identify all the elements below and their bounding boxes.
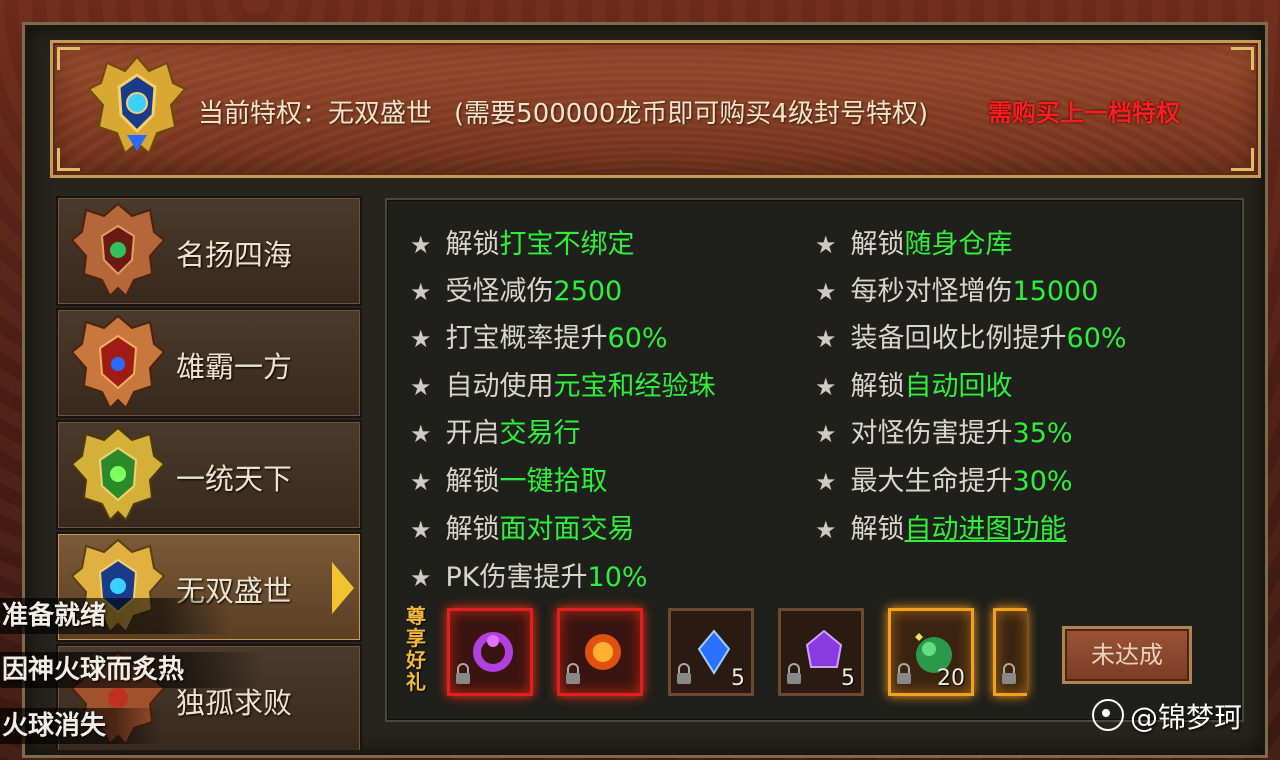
perk-item: ★ 解锁打宝不绑定 [410,229,635,260]
perk-item: ★ 解锁自动回收 [815,371,1013,402]
selected-arrow-icon [332,562,354,614]
perk-item: ★ 最大生命提升30% [815,466,1073,497]
perk-item: ★ 受怪减伤2500 [410,276,623,307]
star-icon: ★ [815,420,837,448]
perk-item: ★ 打宝概率提升60% [410,323,668,354]
lock-icon [454,663,472,689]
perk-item: ★ 开启交易行 [410,418,581,449]
green-emblem-icon [70,424,166,528]
perk-item: ★ 解锁面对面交易 [410,514,635,545]
star-icon: ★ [815,468,837,496]
lock-icon [895,663,913,689]
red-emblem-icon [70,312,166,416]
tier-label: 一统天下 [176,462,293,496]
purchase-requirement: (需要500000龙币即可购买4级封号特权) [454,99,929,129]
tier-item-mingyangsihai[interactable]: 名扬四海 [56,196,362,306]
item-count: 20 [937,666,965,691]
fire-orb-icon [578,627,628,681]
star-icon: ★ [815,516,837,544]
current-rank-emblem-icon [87,53,187,163]
purple-ring-icon [468,627,518,681]
chat-message: 因神火球而炙热 [0,652,262,688]
star-icon: ★ [410,278,432,306]
item-count: 5 [841,666,855,691]
chat-message: 准备就绪 [0,598,232,634]
tier-item-xiongbayifang[interactable]: 雄霸一方 [56,308,362,418]
perk-item-auto-map[interactable]: ★ 解锁自动进图功能 [815,507,1067,546]
bronze-emblem-icon [70,200,166,304]
corner-ornament [57,47,80,70]
star-icon: ★ [410,564,432,592]
gift-slot-partial[interactable] [993,608,1027,696]
perk-item: ★ 自动使用元宝和经验珠 [410,371,716,402]
chat-message: 火球消失 [0,708,162,744]
perk-item: ★ 装备回收比例提升60% [815,323,1127,354]
perk-item: ★ 对怪伤害提升35% [815,418,1073,449]
corner-ornament [57,148,80,171]
star-icon: ★ [815,325,837,353]
watermark: @锦梦珂 [1092,696,1242,736]
perk-item: ★ PK伤害提升10% [410,562,648,593]
lock-icon [675,663,693,689]
perk-item: ★ 每秒对怪增伤15000 [815,276,1099,307]
star-icon: ★ [410,231,432,259]
prerequisite-warning: 需购买上一档特权 [988,99,1180,127]
not-achieved-button[interactable]: 未达成 [1062,626,1192,684]
tier-item-yitongtianxia[interactable]: 一统天下 [56,420,362,530]
paw-icon [1092,699,1124,731]
perk-item: ★ 解锁随身仓库 [815,229,1013,260]
current-privilege-label: 当前特权：无双盛世 [198,99,433,129]
tier-label: 雄霸一方 [176,350,293,384]
tier-label: 名扬四海 [176,238,293,272]
gift-slot[interactable] [557,608,643,696]
perk-item: ★ 解锁一键拾取 [410,466,608,497]
star-icon: ★ [815,373,837,401]
lock-icon [785,663,803,689]
star-icon: ★ [410,468,432,496]
lock-icon [564,663,582,689]
star-icon: ★ [815,278,837,306]
star-icon: ★ [410,373,432,401]
gift-slot[interactable] [447,608,533,696]
gift-slot[interactable]: 20 [888,608,974,696]
star-icon: ★ [410,420,432,448]
star-icon: ★ [410,325,432,353]
star-icon: ★ [410,516,432,544]
corner-ornament [1231,47,1254,70]
privilege-header: 当前特权：无双盛世 (需要500000龙币即可购买4级封号特权) 需购买上一档特权 [50,40,1261,178]
corner-ornament [1231,148,1254,171]
star-icon: ★ [815,231,837,259]
gift-label: 尊享好礼 [406,604,426,694]
current-privilege-text: 当前特权：无双盛世 (需要500000龙币即可购买4级封号特权) [198,93,928,130]
lock-icon [1000,663,1018,689]
item-count: 5 [731,666,745,691]
gift-slot[interactable]: 5 [668,608,754,696]
gift-slot[interactable]: 5 [778,608,864,696]
